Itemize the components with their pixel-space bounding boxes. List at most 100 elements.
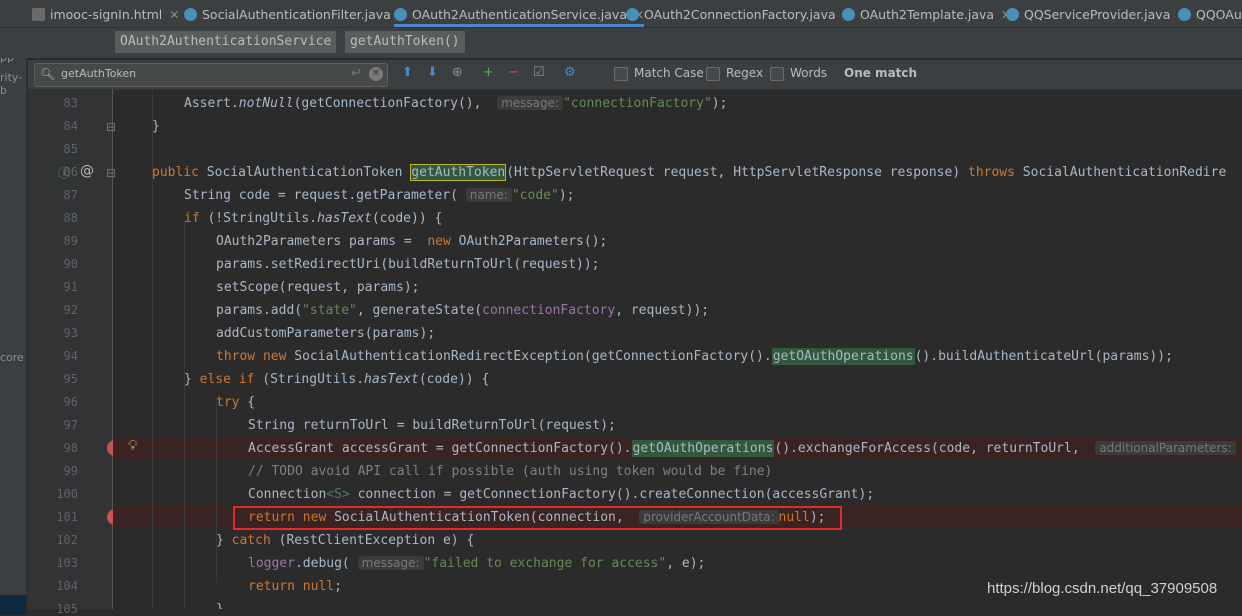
tab-label: SocialAuthenticationFilter.java [202,7,391,22]
line-number: 100 [56,487,78,501]
words-label[interactable]: Words [790,66,827,80]
match-case-label[interactable]: Match Case [634,66,704,80]
annotation-icon[interactable]: @ [80,163,94,179]
line-number: 88 [63,211,78,225]
breadcrumb-class[interactable]: OAuth2AuthenticationService [115,31,337,53]
tab-label: OAuth2Template.java [860,7,995,22]
line-number: 96 [63,395,78,409]
tab-oauth2-template[interactable]: OAuth2Template.java✕ [842,0,1011,27]
line-number: 91 [63,280,78,294]
code-line-98: AccessGrant accessGrant = getConnectionF… [248,437,1236,460]
remove-selection-icon[interactable]: − [508,64,519,82]
code-line-97: String returnToUrl = buildReturnToUrl(re… [248,418,616,433]
tab-label: QQServiceProvider.java [1024,7,1171,22]
match-count: One match [844,66,918,80]
code-line-89: OAuth2Parameters params = new OAuth2Para… [216,234,608,249]
editor-gutter[interactable]: 83 84 85 86 87 88 89 90 91 92 93 94 95 9… [28,89,123,616]
line-number: 85 [63,142,78,156]
line-number: 93 [63,326,78,340]
code-line-86: public SocialAuthenticationToken getAuth… [152,164,1227,181]
line-number: 98 [63,441,78,455]
code-line-100: Connection<S> connection = getConnection… [248,487,875,502]
line-number: 95 [63,372,78,386]
tab-oauth2-connection-factory[interactable]: OAuth2ConnectionFactory.java✕ [626,0,853,27]
annotation-highlight-box [233,506,842,530]
line-number: 92 [63,303,78,317]
watermark: https://blog.csdn.net/qq_37909508 [987,580,1218,597]
line-number: 94 [63,349,78,363]
code-line-95: } else if (StringUtils.hasText(code)) { [184,372,490,387]
parameter-hint: message: [357,556,424,570]
code-line-92: params.add("state", generateState(connec… [216,303,710,318]
indent-guide [184,219,185,609]
gear-icon[interactable]: ⚙ [564,64,576,82]
class-icon [626,8,639,21]
project-panel-strip: pp rity-b core [0,28,27,615]
line-number: 105 [56,602,78,616]
find-bar: 🔍︎ ↵ ✕ ⬆ ⬇ ⊕ + − ☑ ⚙ Match Case Regex Wo… [28,60,1242,90]
class-icon [842,8,855,21]
code-line-96: try { [216,395,256,410]
panel-fragment: core [0,351,24,364]
search-input[interactable] [61,67,341,80]
line-number: 102 [56,533,78,547]
select-all-occurrences-icon[interactable]: ☑ [533,64,545,82]
code-line-99: // TODO avoid API call if possible (auth… [248,464,773,479]
tab-label: OAuth2AuthenticationService.java [412,7,627,22]
editor-tab-bar: imooc-signIn.html ✕ SocialAuthenticationF… [0,0,1242,28]
regex-label[interactable]: Regex [726,66,763,80]
line-number: 97 [63,418,78,432]
code-line-84: } [152,119,160,134]
line-number: 86 [63,165,78,179]
line-number: 99 [63,464,78,478]
line-number: 103 [56,556,78,570]
code-line-88: if (!StringUtils.hasText(code)) { [184,211,443,226]
selected-tree-item[interactable] [0,595,26,615]
code-line-103: logger.debug( message: "failed to exchang… [248,556,706,571]
html-file-icon [32,8,45,21]
search-icon[interactable]: 🔍︎ [40,67,55,81]
lightbulb-icon[interactable]: 💡︎ [128,438,138,454]
search-match-highlight: getAuthToken [410,164,507,181]
class-icon [394,8,407,21]
code-line-87: String code = request.getParameter( name… [184,188,575,203]
line-number: 83 [63,96,78,110]
next-occurrence-icon[interactable]: ⬇ [427,64,438,82]
line-number: 90 [63,257,78,271]
match-case-checkbox[interactable] [614,67,628,81]
code-editor[interactable]: Assert.notNull(getConnectionFactory(), m… [113,89,1242,609]
clear-icon[interactable]: ✕ [369,67,383,81]
find-all-icon[interactable]: ⊕ [452,64,463,82]
class-icon [184,8,197,21]
code-line-91: setScope(request, params); [216,280,420,295]
tab-label: QQOAu [1196,7,1242,22]
close-icon[interactable]: ✕ [169,8,179,22]
line-number: 101 [56,510,78,524]
class-icon [1006,8,1019,21]
line-number: 104 [56,579,78,593]
tab-imooc-signin-html[interactable]: imooc-signIn.html ✕ [32,0,179,27]
class-icon [1178,8,1191,21]
tab-qq-oauth[interactable]: QQOAu [1178,0,1242,27]
tab-label: imooc-signIn.html [50,7,163,22]
line-number: 84 [63,119,78,133]
parameter-hint: additionalParameters: [1095,441,1236,455]
code-line-93: addCustomParameters(params); [216,326,436,341]
indent-guide [216,402,217,582]
tab-social-authentication-filter[interactable]: SocialAuthenticationFilter.java✕ [184,0,408,27]
enter-icon: ↵ [351,66,362,81]
tab-qq-service-provider[interactable]: QQServiceProvider.java✕ [1006,0,1187,27]
parameter-hint: name: [465,188,512,202]
words-checkbox[interactable] [770,67,784,81]
tab-label: OAuth2ConnectionFactory.java [644,7,836,22]
implements-icon[interactable]: ⓘ [58,164,70,181]
previous-occurrence-icon[interactable]: ⬆ [402,64,413,82]
breadcrumb: OAuth2AuthenticationService getAuthToken… [0,28,1242,58]
search-box[interactable]: 🔍︎ ↵ ✕ [34,63,388,87]
breadcrumb-method[interactable]: getAuthToken() [345,31,465,53]
code-line-90: params.setRedirectUri(buildReturnToUrl(r… [216,257,600,272]
code-line-83: Assert.notNull(getConnectionFactory(), m… [184,96,728,111]
tab-oauth2-authentication-service[interactable]: OAuth2AuthenticationService.java ✕ [394,0,645,27]
regex-checkbox[interactable] [706,67,720,81]
add-selection-icon[interactable]: + [483,64,494,82]
